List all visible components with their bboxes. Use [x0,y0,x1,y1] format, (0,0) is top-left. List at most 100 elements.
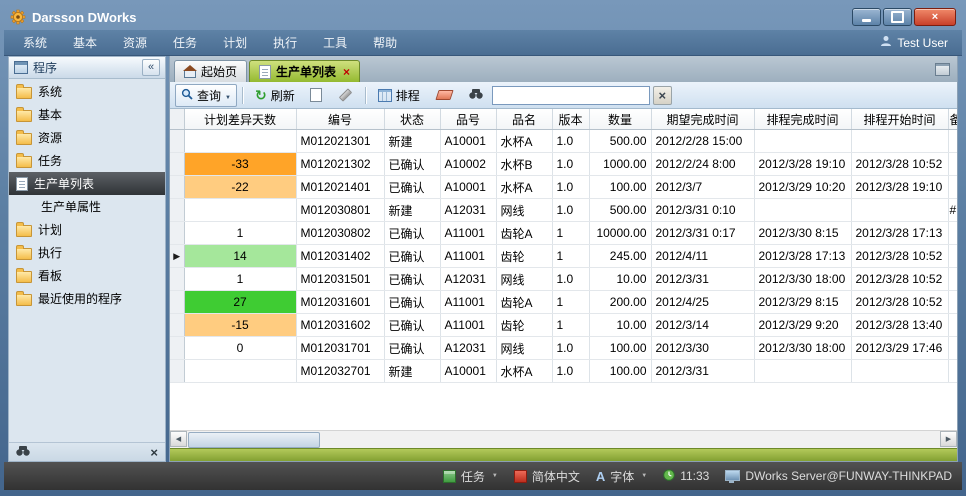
column-header[interactable]: 版本 [552,109,589,130]
table-row[interactable]: 1M012030802已确认A11001齿轮A110000.002012/3/3… [170,222,957,245]
cell-diff[interactable]: -22 [184,176,296,199]
cell-item_name[interactable]: 齿轮A [496,291,552,314]
menu-item-task[interactable]: 任务 [160,30,210,55]
cell-version[interactable]: 1.0 [552,199,589,222]
cell-item_name[interactable]: 齿轮 [496,314,552,337]
cell-expected[interactable]: 2012/2/28 15:00 [651,130,754,153]
menu-item-plan[interactable]: 计划 [210,30,260,55]
cell-marker[interactable]: # [948,199,957,222]
column-header[interactable]: 编号 [296,109,384,130]
cell-sched_finish[interactable]: 2012/3/28 17:13 [754,245,851,268]
menu-item-help[interactable]: 帮助 [360,30,410,55]
cell-order_no[interactable]: M012021301 [296,130,384,153]
sidebar-item-system[interactable]: 系统 [9,80,165,103]
cell-version[interactable]: 1 [552,291,589,314]
cell-version[interactable]: 1.0 [552,176,589,199]
cell-qty[interactable]: 245.00 [589,245,651,268]
cell-sched_start[interactable] [851,360,948,383]
cell-status[interactable]: 新建 [384,360,440,383]
row-indicator[interactable] [170,176,184,199]
binoculars-icon[interactable] [16,445,30,459]
cell-sched_start[interactable]: 2012/3/28 17:13 [851,222,948,245]
close-button[interactable] [914,8,956,26]
sidebar-item-basic[interactable]: 基本 [9,103,165,126]
scrollbar-thumb[interactable] [188,432,320,448]
cell-sched_start[interactable]: 2012/3/29 17:46 [851,337,948,360]
table-row[interactable]: -22M012021401已确认A10001水杯A1.0100.002012/3… [170,176,957,199]
row-indicator[interactable] [170,314,184,337]
sidebar-collapse-button[interactable]: « [142,59,160,76]
tab-production-order-list[interactable]: 生产单列表 × [249,60,360,82]
cell-order_no[interactable]: M012031402 [296,245,384,268]
table-row[interactable]: 27M012031601已确认A11001齿轮A1200.002012/4/25… [170,291,957,314]
cell-version[interactable]: 1.0 [552,153,589,176]
row-indicator[interactable] [170,153,184,176]
cell-diff[interactable] [184,130,296,153]
cell-item_no[interactable]: A12031 [440,199,496,222]
cell-status[interactable]: 已确认 [384,176,440,199]
cell-version[interactable]: 1.0 [552,337,589,360]
cell-diff[interactable] [184,199,296,222]
menu-item-tools[interactable]: 工具 [310,30,360,55]
cell-item_name[interactable]: 网线 [496,199,552,222]
table-row[interactable]: ▶14M012031402已确认A11001齿轮1245.002012/4/11… [170,245,957,268]
cell-item_name[interactable]: 网线 [496,268,552,291]
cell-order_no[interactable]: M012030801 [296,199,384,222]
cell-item_no[interactable]: A11001 [440,222,496,245]
cell-marker[interactable] [948,130,957,153]
cell-order_no[interactable]: M012031602 [296,314,384,337]
cell-version[interactable]: 1 [552,314,589,337]
cell-item_name[interactable]: 网线 [496,337,552,360]
cell-marker[interactable] [948,245,957,268]
cell-version[interactable]: 1.0 [552,268,589,291]
tab-start-page[interactable]: 起始页 [174,60,247,82]
cell-order_no[interactable]: M012031601 [296,291,384,314]
edit-button[interactable] [331,89,360,101]
scroll-left-button[interactable]: ◀ [170,431,187,447]
cell-sched_finish[interactable] [754,130,851,153]
cell-item_name[interactable]: 水杯A [496,130,552,153]
cell-order_no[interactable]: M012021401 [296,176,384,199]
cell-status[interactable]: 已确认 [384,268,440,291]
cell-marker[interactable] [948,337,957,360]
sidebar-item-task[interactable]: 任务 [9,149,165,172]
cell-version[interactable]: 1.0 [552,360,589,383]
cell-qty[interactable]: 100.00 [589,176,651,199]
row-indicator[interactable] [170,130,184,153]
sidebar-item-plan[interactable]: 计划 [9,218,165,241]
new-button[interactable] [304,85,328,105]
cell-qty[interactable]: 500.00 [589,199,651,222]
cell-diff[interactable]: 27 [184,291,296,314]
column-header[interactable]: 备 [948,109,957,130]
cell-status[interactable]: 新建 [384,199,440,222]
cell-item_no[interactable]: A11001 [440,245,496,268]
cell-version[interactable]: 1 [552,222,589,245]
cell-qty[interactable]: 10.00 [589,268,651,291]
cell-expected[interactable]: 2012/3/31 [651,360,754,383]
cell-sched_start[interactable] [851,199,948,222]
maximize-button[interactable] [883,8,912,26]
table-row[interactable]: -33M012021302已确认A10002水杯B1.01000.002012/… [170,153,957,176]
column-header[interactable]: 品名 [496,109,552,130]
cell-item_no[interactable]: A11001 [440,291,496,314]
cell-qty[interactable]: 200.00 [589,291,651,314]
column-header[interactable]: 数量 [589,109,651,130]
cell-sched_finish[interactable] [754,360,851,383]
sidebar-item-resource[interactable]: 资源 [9,126,165,149]
cell-status[interactable]: 已确认 [384,245,440,268]
cell-status[interactable]: 已确认 [384,153,440,176]
cell-item_name[interactable]: 齿轮 [496,245,552,268]
cell-marker[interactable] [948,291,957,314]
schedule-button[interactable]: 排程 [372,84,426,107]
cell-qty[interactable]: 10000.00 [589,222,651,245]
cell-expected[interactable]: 2012/4/11 [651,245,754,268]
find-button[interactable] [463,85,489,105]
cell-marker[interactable] [948,268,957,291]
cell-diff[interactable] [184,360,296,383]
cell-status[interactable]: 新建 [384,130,440,153]
cell-expected[interactable]: 2012/3/7 [651,176,754,199]
table-row[interactable]: -15M012031602已确认A11001齿轮110.002012/3/142… [170,314,957,337]
cell-item_no[interactable]: A10001 [440,176,496,199]
column-header[interactable]: 计划差异天数 [184,109,296,130]
cell-item_no[interactable]: A10001 [440,130,496,153]
